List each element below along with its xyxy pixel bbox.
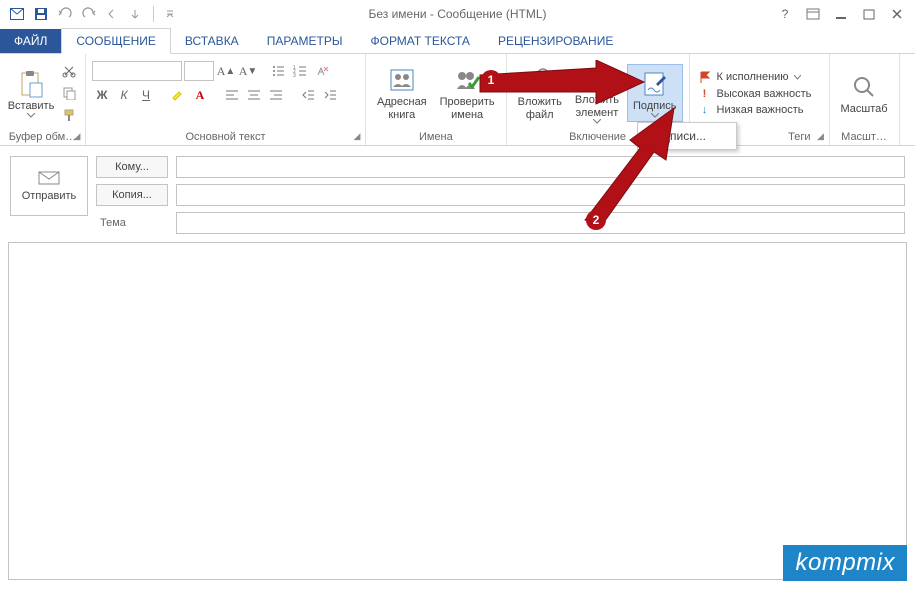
prev-icon[interactable]: [102, 3, 124, 25]
numbering-icon[interactable]: 123: [290, 61, 310, 81]
minimize-icon[interactable]: [829, 3, 853, 25]
check-names-icon: [453, 64, 481, 96]
clear-format-icon[interactable]: [312, 61, 332, 81]
flag-icon: [698, 70, 712, 84]
send-icon: [37, 170, 61, 186]
qat-customize-icon[interactable]: [159, 3, 181, 25]
align-center-icon[interactable]: [244, 85, 264, 105]
dialog-launcher-icon[interactable]: ◢: [351, 131, 363, 143]
copy-icon[interactable]: [59, 83, 79, 103]
redo-icon[interactable]: [78, 3, 100, 25]
tab-review[interactable]: РЕЦЕНЗИРОВАНИЕ: [484, 29, 627, 53]
window-title: Без имени - Сообщение (HTML): [368, 7, 546, 21]
magnifier-icon: [851, 71, 877, 103]
ribbon: Вставить Буфер обм… ◢ A▲ A▼ 123: [0, 54, 915, 146]
group-names-label: Имена: [372, 129, 500, 145]
cc-input[interactable]: [176, 184, 905, 206]
subject-label: Тема: [96, 217, 168, 229]
titlebar-controls: ?: [773, 3, 909, 25]
chevron-down-icon: [593, 119, 601, 124]
paste-button[interactable]: Вставить: [6, 65, 56, 121]
signature-icon: [642, 68, 668, 100]
titlebar: Без имени - Сообщение (HTML) ?: [0, 0, 915, 28]
address-book-button[interactable]: Адресная книга: [372, 61, 432, 124]
svg-text:3: 3: [293, 73, 296, 78]
exclamation-icon: !: [698, 88, 712, 100]
undo-icon[interactable]: [54, 3, 76, 25]
align-left-icon[interactable]: [222, 85, 242, 105]
cc-button[interactable]: Копия...: [96, 184, 168, 206]
font-size-select[interactable]: [184, 61, 214, 81]
quick-access-toolbar: [0, 3, 181, 25]
tab-file[interactable]: ФАЙЛ: [0, 29, 61, 53]
font-name-select[interactable]: [92, 61, 182, 81]
ribbon-tabs: ФАЙЛ СООБЩЕНИЕ ВСТАВКА ПАРАМЕТРЫ ФОРМАТ …: [0, 28, 915, 54]
signature-dropdown: ППодписи...одписи...: [637, 122, 737, 150]
group-clipboard: Вставить Буфер обм… ◢: [0, 54, 86, 145]
ribbon-display-icon[interactable]: [801, 3, 825, 25]
followup-button[interactable]: К исполнению: [696, 69, 803, 85]
chevron-down-icon: [794, 75, 801, 80]
paste-label: Вставить: [8, 100, 55, 113]
bullets-icon[interactable]: [268, 61, 288, 81]
address-book-icon: [388, 64, 416, 96]
format-painter-icon[interactable]: [59, 105, 79, 125]
save-icon[interactable]: [30, 3, 52, 25]
bold-button[interactable]: Ж: [92, 85, 112, 105]
group-font: A▲ A▼ 123 Ж К Ч A: [86, 54, 366, 145]
shrink-font-icon[interactable]: A▼: [238, 61, 258, 81]
subject-input[interactable]: [176, 212, 905, 234]
align-right-icon[interactable]: [266, 85, 286, 105]
paperclip-icon: [529, 64, 551, 96]
group-zoom-label: Масшт…: [836, 129, 893, 145]
tab-message[interactable]: СООБЩЕНИЕ: [61, 28, 171, 54]
tab-options[interactable]: ПАРАМЕТРЫ: [253, 29, 357, 53]
highlight-icon[interactable]: [168, 85, 188, 105]
to-button[interactable]: Кому...: [96, 156, 168, 178]
attach-item-icon: [585, 62, 609, 94]
indent-icon[interactable]: [320, 85, 340, 105]
attach-item-button[interactable]: Вложить элемент: [570, 59, 624, 127]
down-arrow-icon: ↓: [698, 104, 712, 116]
separator: [153, 6, 154, 22]
dialog-launcher-icon[interactable]: ◢: [815, 131, 827, 143]
message-body[interactable]: [8, 242, 907, 580]
callout-badge-1: 1: [481, 70, 501, 90]
chevron-down-icon: [651, 113, 659, 118]
dialog-launcher-icon[interactable]: ◢: [71, 131, 83, 143]
italic-button[interactable]: К: [114, 85, 134, 105]
group-font-label: Основной текст: [92, 129, 359, 145]
callout-badge-2: 2: [586, 210, 606, 230]
signatures-menu-item[interactable]: ППодписи...одписи...: [638, 123, 736, 149]
help-icon[interactable]: ?: [773, 3, 797, 25]
cut-icon[interactable]: [59, 61, 79, 81]
font-color-icon[interactable]: A: [190, 85, 210, 105]
mail-icon[interactable]: [6, 3, 28, 25]
clipboard-icon: [18, 68, 44, 100]
high-importance-button[interactable]: ! Высокая важность: [696, 87, 814, 101]
compose-header: Отправить Кому... Копия... Тема: [0, 146, 915, 238]
group-names: Адресная книга Проверить имена Имена: [366, 54, 507, 145]
underline-button[interactable]: Ч: [136, 85, 156, 105]
maximize-icon[interactable]: [857, 3, 881, 25]
to-input[interactable]: [176, 156, 905, 178]
attach-file-button[interactable]: Вложить файл: [513, 61, 567, 124]
close-icon[interactable]: [885, 3, 909, 25]
outdent-icon[interactable]: [298, 85, 318, 105]
zoom-button[interactable]: Масштаб: [836, 68, 893, 119]
grow-font-icon[interactable]: A▲: [216, 61, 236, 81]
low-importance-button[interactable]: ↓ Низкая важность: [696, 103, 806, 117]
tab-insert[interactable]: ВСТАВКА: [171, 29, 253, 53]
chevron-down-icon: [27, 113, 35, 118]
watermark: kompmix: [783, 545, 907, 581]
signature-button[interactable]: Подпись: [627, 64, 683, 122]
group-zoom: Масштаб Масшт…: [830, 54, 900, 145]
next-icon[interactable]: [126, 3, 148, 25]
group-clipboard-label: Буфер обм…: [6, 129, 79, 145]
send-button[interactable]: Отправить: [10, 156, 88, 216]
tab-format[interactable]: ФОРМАТ ТЕКСТА: [356, 29, 483, 53]
